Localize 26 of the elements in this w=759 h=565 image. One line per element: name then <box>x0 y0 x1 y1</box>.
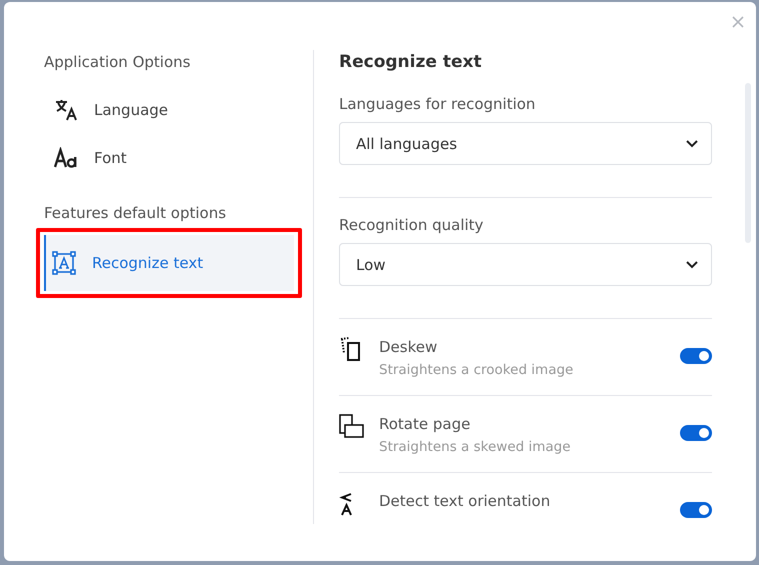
dropdown[interactable]: All languages <box>339 122 712 165</box>
text-orientation-icon <box>339 491 355 517</box>
dropdown[interactable]: Low <box>339 243 712 286</box>
field-label: Languages for recognition <box>339 94 536 115</box>
font-icon <box>54 147 78 169</box>
chevron-icon <box>686 260 698 268</box>
toggle-switch[interactable] <box>680 425 712 441</box>
chevron-icon <box>686 140 698 148</box>
section-heading: Application Options <box>44 52 192 73</box>
toggle-switch[interactable] <box>680 348 712 364</box>
option-description: Straightens a skewed image <box>379 438 572 457</box>
sidebar-item[interactable]: Language <box>44 86 313 134</box>
overlapping-pages-icon <box>339 414 365 440</box>
sidebar-item[interactable]: Font <box>44 134 313 182</box>
translate-icon <box>54 98 78 122</box>
option-description: Straightens a crooked image <box>379 361 574 380</box>
field-label: Recognition quality <box>339 215 484 236</box>
option-title: Rotate page <box>379 414 472 434</box>
panel-title: Recognize text <box>339 51 483 74</box>
toggle-switch[interactable] <box>680 502 712 518</box>
text-frame-icon <box>52 251 76 275</box>
sidebar-item[interactable]: Recognize text <box>44 235 294 291</box>
section-heading: Features default options <box>44 203 228 224</box>
option-title: Detect text orientation <box>379 491 552 511</box>
option-title: Deskew <box>379 337 438 357</box>
deskew-icon <box>339 337 363 361</box>
